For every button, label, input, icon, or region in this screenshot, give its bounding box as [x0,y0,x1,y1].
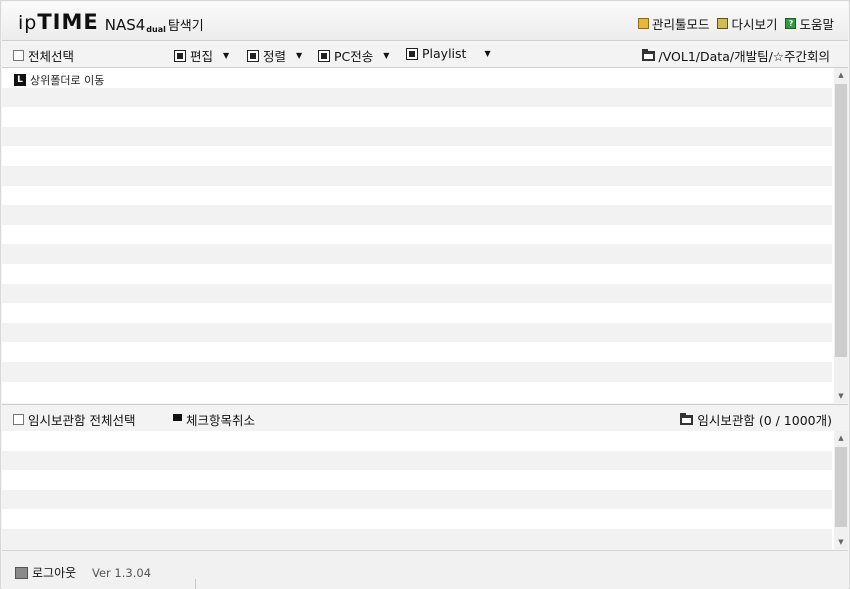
checkbox-icon [13,50,24,61]
up-folder-icon: L [14,74,26,86]
up-folder-item[interactable]: L 상위폴더로 이동 [14,72,104,88]
file-list-rows [2,68,832,401]
help-icon: ? [785,18,797,29]
temp-storage-bar: 임시보관함 전체선택 체크항목취소 임시보관함 (0 / 1000개) [2,404,848,432]
logout-button[interactable]: 로그아웃 [15,564,76,581]
list-row [2,225,832,245]
sort-icon [247,49,259,62]
header-bar: ip TIME NAS4 dual 탐색기 관리툴모드 다시보기 ? 도움말 [2,2,848,41]
list-row [2,186,832,206]
list-row [2,450,832,471]
iptime-logo: ip TIME NAS4 dual 탐색기 [18,10,204,34]
list-row [2,205,832,225]
admin-folder-icon [637,18,649,29]
list-row [2,146,832,166]
edit-label: 편집 [190,49,214,64]
select-all-checkbox[interactable]: 전체선택 [13,46,74,65]
playlist-label: Playlist [422,46,467,61]
logo-model-text: NAS4 [104,16,146,34]
logo-time-text: TIME [37,10,99,34]
list-row [2,382,832,402]
current-path-label: /VOL1/Data/개발팀/☆주간회의 [658,49,831,64]
temp-storage-list: ▲ ▼ [2,431,848,549]
list-row [2,361,832,382]
temp-list-scrollbar[interactable]: ▲ ▼ [834,431,848,549]
list-row [2,303,832,323]
logout-icon [15,566,28,579]
temp-select-all-checkbox[interactable]: 임시보관함 전체선택 [13,410,135,429]
list-row [2,431,832,451]
sort-label: 정렬 [263,49,287,64]
scroll-down-arrow-icon[interactable]: ▼ [834,389,848,403]
pc-transfer-icon [318,49,330,62]
scroll-thumb[interactable] [835,84,847,357]
chevron-down-icon: ▼ [383,51,390,60]
sort-menu[interactable]: 정렬 ▼ [247,46,302,65]
temp-select-all-label: 임시보관함 전체선택 [28,413,136,428]
temp-list-rows [2,431,832,549]
playlist-icon [406,47,418,60]
list-row [2,264,832,284]
temp-storage-label: 임시보관함 (0 / 1000개) [697,413,832,428]
list-row [2,509,832,529]
minus-icon [173,414,182,421]
uncheck-items-label: 체크항목취소 [186,413,256,428]
edit-icon [174,49,186,62]
logout-label: 로그아웃 [32,566,77,580]
logo-explorer-text: 탐색기 [167,19,204,34]
admin-mode-link[interactable]: 관리툴모드 [637,14,710,33]
list-row [2,126,832,147]
list-row [2,342,832,362]
uncheck-items-button[interactable]: 체크항목취소 [173,410,255,429]
footer-bar: 로그아웃 Ver 1.3.04 [2,550,848,589]
version-text: Ver 1.3.04 [92,566,152,580]
list-row [2,528,832,549]
refresh-link[interactable]: 다시보기 [717,14,777,33]
chevron-down-icon: ▼ [223,51,230,60]
list-row [2,68,832,88]
edit-menu[interactable]: 편집 ▼ [174,46,229,65]
scroll-up-arrow-icon[interactable]: ▲ [834,68,848,82]
pc-transfer-label: PC전송 [334,49,374,64]
scroll-down-arrow-icon[interactable]: ▼ [834,535,848,549]
checkbox-icon [13,414,24,425]
list-row [2,87,832,108]
refresh-label: 다시보기 [731,17,778,32]
chevron-down-icon: ▼ [484,49,491,58]
file-list-scrollbar[interactable]: ▲ ▼ [834,68,848,403]
help-link[interactable]: ? 도움말 [785,14,834,33]
list-row [2,283,832,304]
current-path: /VOL1/Data/개발팀/☆주간회의 [641,46,831,65]
scroll-up-arrow-icon[interactable]: ▲ [834,431,848,445]
scroll-thumb[interactable] [835,447,847,527]
list-row [2,107,832,127]
chevron-down-icon: ▼ [296,51,303,60]
list-row [2,322,832,343]
folder-icon [641,48,655,61]
logo-dual-text: dual [146,25,166,34]
folder-icon [680,412,694,425]
nas-explorer-window: ip TIME NAS4 dual 탐색기 관리툴모드 다시보기 ? 도움말 전… [0,0,850,589]
pc-transfer-menu[interactable]: PC전송 ▼ [318,46,389,65]
file-list: L 상위폴더로 이동 ▲ ▼ [2,68,848,403]
refresh-icon [717,18,729,29]
file-toolbar: 전체선택 편집 ▼ 정렬 ▼ PC전송 ▼ Playlist ▼ /VOL1/D… [2,41,848,68]
admin-mode-label: 관리툴모드 [651,17,710,32]
logo-ip-text: ip [18,12,38,34]
list-row [2,489,832,510]
header-links: 관리툴모드 다시보기 ? 도움말 [637,14,834,33]
select-all-label: 전체선택 [28,49,75,64]
help-label: 도움말 [799,17,834,32]
footer-divider [195,579,196,589]
list-row [2,470,832,490]
up-folder-label: 상위폴더로 이동 [30,74,105,87]
playlist-menu[interactable]: Playlist ▼ [406,46,491,61]
list-row [2,244,832,264]
temp-storage-count: 임시보관함 (0 / 1000개) [680,410,832,429]
list-row [2,165,832,186]
